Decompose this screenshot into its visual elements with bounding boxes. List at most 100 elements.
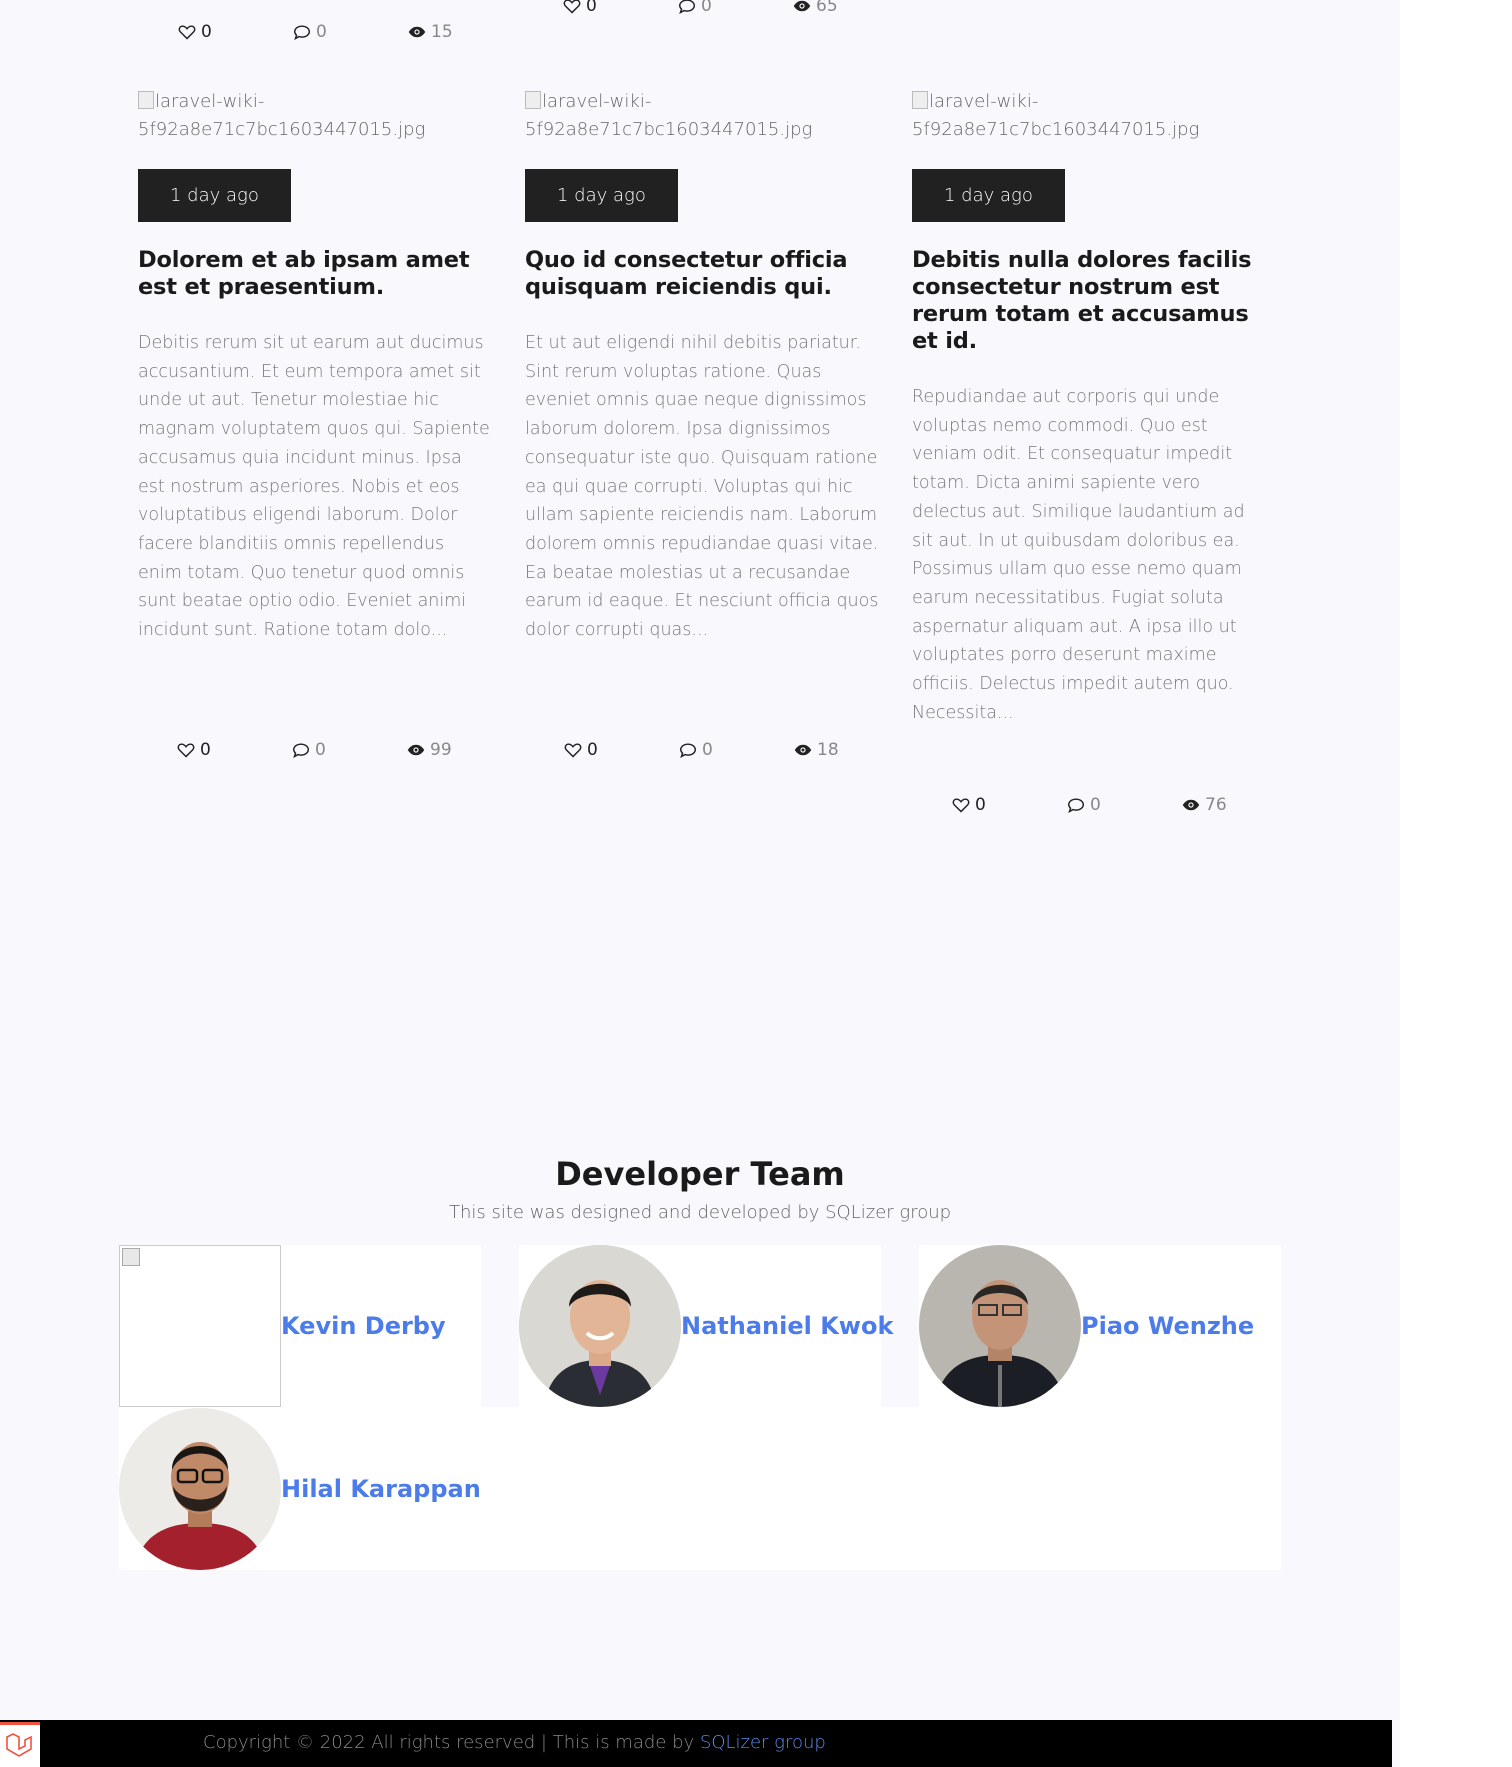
comment-count: 0 bbox=[315, 740, 326, 760]
image-alt-text: laravel-wiki- bbox=[929, 91, 1039, 112]
team-section-title: Developer Team bbox=[555, 1155, 845, 1193]
image-alt-text: laravel-wiki- bbox=[542, 91, 652, 112]
view-counter: 18 bbox=[794, 740, 909, 760]
comment-counter[interactable]: 0 bbox=[292, 740, 407, 760]
post-excerpt: Et ut aut eligendi nihil debitis pariatu… bbox=[525, 333, 879, 641]
view-counter: 99 bbox=[407, 740, 522, 760]
post-card: laravel-wiki- 5f92a8e71c7bc1603447015.jp… bbox=[912, 88, 1267, 727]
like-counter[interactable]: 0 bbox=[178, 22, 293, 42]
eye-icon bbox=[1182, 799, 1200, 811]
view-counter: 76 bbox=[1182, 795, 1297, 815]
post-image-broken[interactable]: laravel-wiki- 5f92a8e71c7bc1603447015.jp… bbox=[912, 88, 1267, 144]
person-photo-icon bbox=[519, 1245, 681, 1407]
post-stats: 0 0 76 bbox=[952, 795, 1297, 815]
comment-icon bbox=[293, 25, 311, 40]
comment-counter[interactable]: 0 bbox=[1067, 795, 1182, 815]
heart-icon bbox=[952, 798, 970, 813]
heart-icon bbox=[564, 743, 582, 758]
comment-counter[interactable]: 0 bbox=[293, 22, 408, 42]
like-count: 0 bbox=[201, 22, 212, 42]
team-member-card[interactable]: Piao Wenzhe bbox=[919, 1245, 1254, 1407]
comment-counter[interactable]: 0 bbox=[679, 740, 794, 760]
post-title[interactable]: Debitis nulla dolores facilis consectetu… bbox=[912, 247, 1267, 355]
comment-counter[interactable]: 0 bbox=[678, 0, 793, 16]
grid-gutter bbox=[481, 1245, 519, 1407]
comment-icon bbox=[1067, 798, 1085, 813]
avatar bbox=[519, 1245, 681, 1407]
view-counter: 15 bbox=[408, 22, 523, 42]
comment-count: 0 bbox=[316, 22, 327, 42]
image-alt-text: 5f92a8e71c7bc1603447015.jpg bbox=[912, 119, 1200, 140]
heart-icon bbox=[177, 743, 195, 758]
broken-image-icon bbox=[525, 91, 541, 109]
like-counter[interactable]: 0 bbox=[952, 795, 1067, 815]
member-name[interactable]: Piao Wenzhe bbox=[1081, 1312, 1254, 1340]
eye-icon bbox=[794, 744, 812, 756]
post-title[interactable]: Quo id consectetur officia quisquam reic… bbox=[525, 247, 880, 301]
post-stats: 0 0 99 bbox=[177, 740, 522, 760]
like-count: 0 bbox=[200, 740, 211, 760]
avatar bbox=[119, 1245, 281, 1407]
copyright-text: Copyright © 2022 All rights reserved | T… bbox=[203, 1732, 695, 1753]
person-photo-icon bbox=[919, 1245, 1081, 1407]
eye-icon bbox=[408, 26, 426, 38]
like-count: 0 bbox=[975, 795, 986, 815]
post-stats: 0 0 18 bbox=[564, 740, 909, 760]
post-title[interactable]: Dolorem et ab ipsam amet est et praesent… bbox=[138, 247, 493, 301]
team-grid: Kevin Derby Nathaniel Kwok Piao Wenzhe H… bbox=[119, 1245, 1281, 1570]
team-member-card[interactable]: Kevin Derby bbox=[119, 1245, 446, 1407]
site-footer: Copyright © 2022 All rights reserved | T… bbox=[0, 1720, 1392, 1767]
post-stats: 0 0 15 bbox=[178, 22, 523, 42]
person-photo-icon bbox=[119, 1408, 281, 1570]
avatar bbox=[919, 1245, 1081, 1407]
broken-image-icon bbox=[912, 91, 928, 109]
comment-count: 0 bbox=[1090, 795, 1101, 815]
member-name[interactable]: Nathaniel Kwok bbox=[681, 1312, 893, 1340]
like-count: 0 bbox=[586, 0, 597, 16]
eye-icon bbox=[793, 0, 811, 12]
comment-icon bbox=[292, 743, 310, 758]
post-date-badge[interactable]: 1 day ago bbox=[525, 169, 678, 222]
image-alt-text: laravel-wiki- bbox=[155, 91, 265, 112]
broken-image-icon bbox=[122, 1248, 140, 1266]
team-section-subtitle: This site was designed and developed by … bbox=[448, 1202, 952, 1223]
post-excerpt: Debitis rerum sit ut earum aut ducimus a… bbox=[138, 333, 490, 641]
view-count: 15 bbox=[431, 22, 453, 42]
heart-icon bbox=[178, 25, 196, 40]
laravel-logo-icon bbox=[6, 1733, 32, 1757]
view-count: 76 bbox=[1205, 795, 1227, 815]
view-counter: 65 bbox=[793, 0, 908, 16]
like-counter[interactable]: 0 bbox=[563, 0, 678, 16]
member-name[interactable]: Hilal Karappan bbox=[281, 1475, 481, 1503]
footer-copyright: Copyright © 2022 All rights reserved | T… bbox=[203, 1732, 826, 1753]
comment-icon bbox=[679, 743, 697, 758]
post-stats: 0 0 65 bbox=[563, 0, 908, 16]
view-count: 65 bbox=[816, 0, 838, 16]
like-counter[interactable]: 0 bbox=[177, 740, 292, 760]
laravel-debug-bar-toggle[interactable] bbox=[0, 1722, 40, 1767]
post-card: laravel-wiki- 5f92a8e71c7bc1603447015.jp… bbox=[525, 88, 880, 645]
post-excerpt: Repudiandae aut corporis qui unde volupt… bbox=[912, 387, 1245, 723]
eye-icon bbox=[407, 744, 425, 756]
team-member-card[interactable]: Hilal Karappan bbox=[119, 1408, 481, 1570]
heart-icon bbox=[563, 0, 581, 14]
post-date-badge[interactable]: 1 day ago bbox=[138, 169, 291, 222]
comment-icon bbox=[678, 0, 696, 14]
post-date-badge[interactable]: 1 day ago bbox=[912, 169, 1065, 222]
comment-count: 0 bbox=[702, 740, 713, 760]
post-image-broken[interactable]: laravel-wiki- 5f92a8e71c7bc1603447015.jp… bbox=[138, 88, 493, 144]
avatar bbox=[119, 1408, 281, 1570]
view-count: 99 bbox=[430, 740, 452, 760]
post-card: laravel-wiki- 5f92a8e71c7bc1603447015.jp… bbox=[138, 88, 493, 645]
like-counter[interactable]: 0 bbox=[564, 740, 679, 760]
footer-sqlizer-link[interactable]: SQLizer group bbox=[700, 1732, 826, 1753]
image-alt-text: 5f92a8e71c7bc1603447015.jpg bbox=[525, 119, 813, 140]
like-count: 0 bbox=[587, 740, 598, 760]
member-name[interactable]: Kevin Derby bbox=[281, 1312, 446, 1340]
broken-image-icon bbox=[138, 91, 154, 109]
view-count: 18 bbox=[817, 740, 839, 760]
image-alt-text: 5f92a8e71c7bc1603447015.jpg bbox=[138, 119, 426, 140]
comment-count: 0 bbox=[701, 0, 712, 16]
post-image-broken[interactable]: laravel-wiki- 5f92a8e71c7bc1603447015.jp… bbox=[525, 88, 880, 144]
team-member-card[interactable]: Nathaniel Kwok bbox=[519, 1245, 893, 1407]
